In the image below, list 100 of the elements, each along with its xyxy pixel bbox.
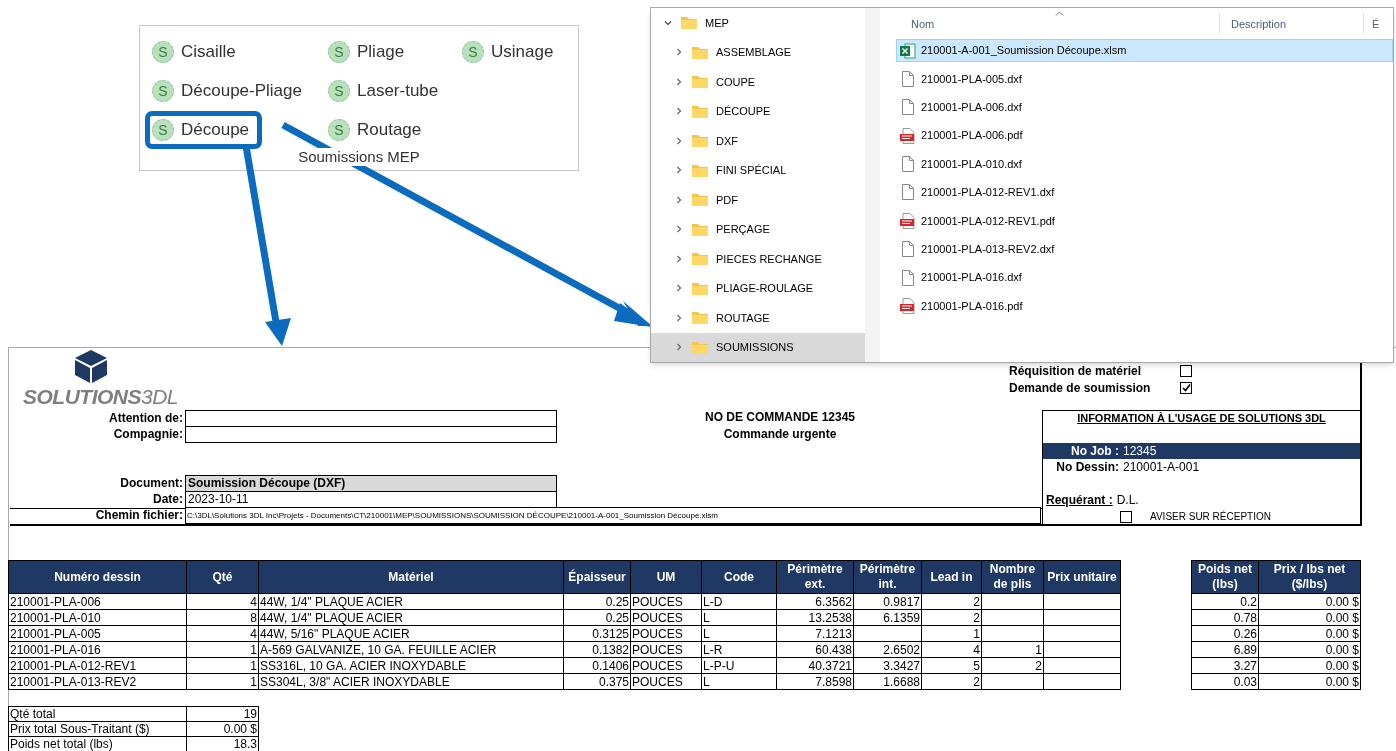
tree-item[interactable]: FINI SPÉCIAL (651, 155, 866, 185)
job-value: 12345 (1123, 444, 1157, 458)
field-label: Date: (152, 492, 184, 506)
tree-item[interactable]: ROUTAGE (651, 303, 866, 333)
excel-file-icon (900, 42, 916, 59)
chevron-right-icon (675, 284, 683, 293)
folder-icon (692, 163, 708, 177)
file-row[interactable]: 210001-PLA-005.dxf (896, 67, 1393, 91)
table-cell: 5 (921, 657, 982, 674)
dollar-coin-icon: S (152, 41, 174, 63)
file-row[interactable]: 210001-PLA-006.pdf (896, 124, 1393, 148)
table-cell: 0.03 (1191, 673, 1259, 690)
group-label: Soumissions MEP (296, 148, 422, 166)
ribbon-button[interactable]: S Cisaille (145, 33, 249, 71)
table-cell: 1 (186, 641, 259, 658)
table-cell: L-R (701, 641, 777, 658)
tree-item[interactable]: MEP (651, 8, 866, 38)
ribbon-button[interactable]: S Découpe (145, 111, 263, 149)
ribbon-button[interactable]: S Découpe-Pliage (145, 72, 315, 110)
total-value: 19 (186, 706, 259, 722)
field-value: C:\3DL\Solutions 3DL Inc\Projets - Documents\CT\210001\MEP\SOUMISSIONS\SOUMISSION DÉCOUPE\210001-A-001_Soumission Découpe.xlsm (185, 507, 1041, 524)
table-cell: 2 (981, 657, 1044, 674)
option-label: Demande de soumission (1009, 380, 1152, 395)
table-cell: 3.3427 (853, 657, 922, 674)
table-cell: 210001-PLA-016 (8, 641, 187, 658)
table-cell: 4 (921, 641, 982, 658)
field-label: Chemin fichier: (94, 508, 184, 522)
table-cell: 210001-PLA-006 (8, 593, 187, 610)
file-row[interactable]: 210001-PLA-010.dxf (896, 152, 1393, 176)
table-cell: 0.00 $ (1258, 625, 1361, 642)
table-cell: 2.6502 (853, 641, 922, 658)
info-title: INFORMATION À L'USAGE DE SOLUTIONS 3DL (1076, 411, 1327, 425)
table-cell: 0.00 $ (1258, 593, 1361, 610)
tree-item[interactable]: ASSEMBLAGE (651, 37, 866, 67)
table-cell: 3.27 (1191, 657, 1259, 674)
ribbon-button[interactable]: S Usinage (455, 33, 567, 71)
job-label: No Job : (1070, 444, 1119, 458)
table-cell: 0.1382 (563, 641, 631, 658)
table-cell: POUCES (630, 609, 702, 626)
table-cell: POUCES (630, 657, 702, 674)
total-label: Prix total Sous-Traitant ($) (8, 721, 187, 737)
table-cell: 0.00 $ (1258, 609, 1361, 626)
tree-item[interactable]: PDF (651, 185, 866, 215)
input-field[interactable] (185, 426, 557, 443)
sort-caret-icon (1055, 11, 1064, 16)
column-header[interactable]: Description (1219, 12, 1363, 35)
tree-item[interactable]: PERÇAGE (651, 214, 866, 244)
table-cell: 1 (921, 625, 982, 642)
table-cell: 2 (921, 673, 982, 690)
file-icon (900, 184, 916, 201)
requester-label: Requérant : (1046, 493, 1113, 507)
folder-icon (692, 193, 708, 207)
table-cell: 0.00 $ (1258, 673, 1361, 690)
table-cell: SS304L, 3/8" ACIER INOXYDABLE (258, 673, 564, 690)
pdf-file-icon (900, 212, 916, 229)
tree-item[interactable]: PLIAGE-ROULAGE (651, 273, 866, 303)
table-cell: 0.9817 (853, 593, 922, 610)
file-icon (900, 241, 916, 258)
tree-item[interactable]: SOUMISSIONS (651, 332, 866, 362)
option-label: Réquisition de matériel (1009, 363, 1143, 378)
column-header[interactable]: Nom (880, 12, 1219, 35)
ribbon-button[interactable]: S Pliage (321, 33, 418, 71)
file-row[interactable]: 210001-PLA-013-REV2.dxf (896, 237, 1393, 261)
column-header[interactable]: É (1363, 12, 1393, 35)
table-cell: 0.78 (1191, 609, 1259, 626)
tree-item[interactable]: PIECES RECHANGE (651, 244, 866, 274)
folder-icon (692, 281, 708, 295)
chevron-right-icon (675, 166, 683, 175)
file-row[interactable]: 210001-PLA-012-REV1.dxf (896, 180, 1393, 204)
table-cell: 0.25 (563, 593, 631, 610)
table-cell: 44W, 1/4" PLAQUE ACIER (258, 593, 564, 610)
folder-icon (692, 104, 708, 118)
tree-item[interactable]: COUPE (651, 67, 866, 97)
table-cell: 40.3721 (776, 657, 854, 674)
table-cell: 8 (186, 609, 259, 626)
table-cell: 1.6688 (853, 673, 922, 690)
chevron-right-icon (675, 77, 683, 86)
tree-item[interactable]: DÉCOUPE (651, 96, 866, 126)
table-cell: 210001-PLA-012-REV1 (8, 657, 187, 674)
table-cell: 6.3562 (776, 593, 854, 610)
table-cell: 0.00 $ (1258, 657, 1361, 674)
ribbon-button[interactable]: S Laser-tube (321, 72, 452, 110)
file-row[interactable]: 210001-PLA-016.dxf (896, 266, 1393, 290)
table-cell: 210001-PLA-005 (8, 625, 187, 642)
folder-icon (692, 45, 708, 59)
table-cell: POUCES (630, 625, 702, 642)
table-cell: 0.2 (1191, 593, 1259, 610)
file-row[interactable]: 210001-PLA-016.pdf (896, 294, 1393, 318)
file-row[interactable]: 210001-A-001_Soumission Découpe.xlsm (896, 39, 1393, 62)
tree-item[interactable]: DXF (651, 126, 866, 156)
total-label: Qté total (8, 706, 187, 722)
chevron-right-icon (675, 343, 683, 352)
pdf-file-icon (900, 298, 916, 314)
file-row[interactable]: 210001-PLA-006.dxf (896, 95, 1393, 119)
cube-logo-icon (74, 349, 108, 383)
column-header: Prix / lbs net ($/lbs) (1258, 560, 1361, 594)
order-number: NO DE COMMANDE 12345 (703, 410, 856, 425)
table-cell: 0.00 $ (1258, 641, 1361, 658)
column-header: Code (701, 560, 777, 594)
file-row[interactable]: 210001-PLA-012-REV1.pdf (896, 209, 1393, 233)
